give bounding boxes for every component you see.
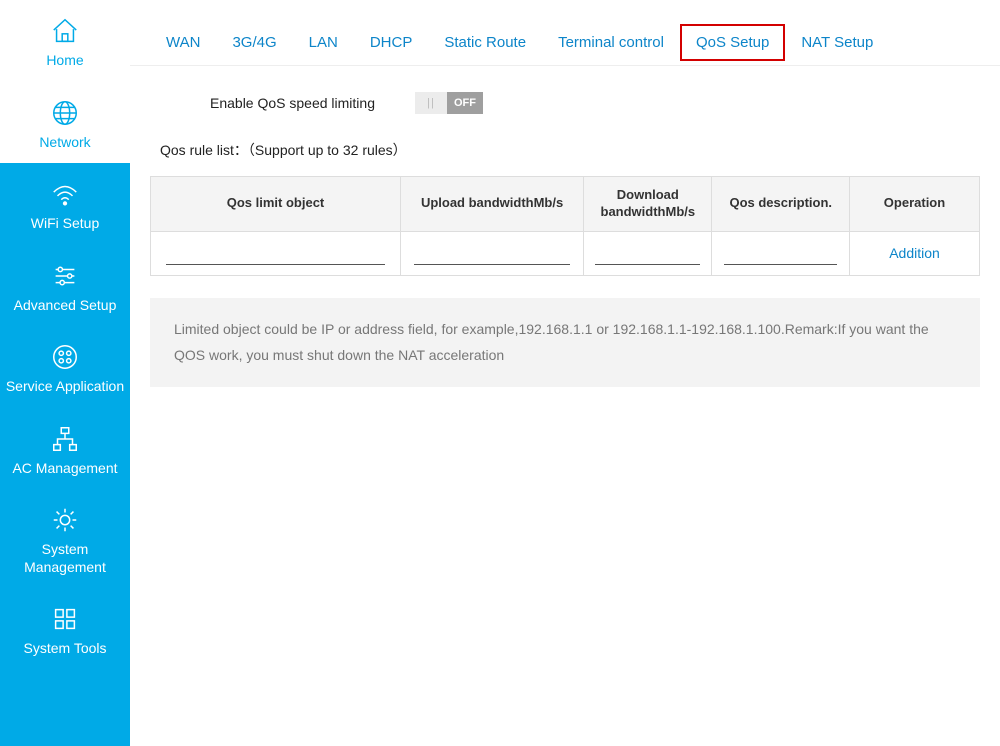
gear-icon xyxy=(48,503,82,537)
sidebar-item-label: Home xyxy=(42,52,87,70)
tab-static[interactable]: Static Route xyxy=(428,30,542,55)
qos-object-input[interactable] xyxy=(166,245,385,265)
add-rule-link[interactable]: Addition xyxy=(889,245,940,261)
globe-icon xyxy=(48,96,82,130)
toggle-knob: || xyxy=(415,92,447,114)
main-content: WAN 3G/4G LAN DHCP Static Route Terminal… xyxy=(130,0,1000,746)
th-operation: Operation xyxy=(850,177,980,232)
sliders-icon xyxy=(48,259,82,293)
tab-wan[interactable]: WAN xyxy=(150,30,216,55)
wifi-icon xyxy=(48,177,82,211)
th-download: Download bandwidthMb/s xyxy=(584,177,712,232)
qos-upload-input[interactable] xyxy=(414,245,570,265)
enable-qos-row: Enable QoS speed limiting || OFF xyxy=(210,92,980,114)
tab-lan[interactable]: LAN xyxy=(293,30,354,55)
qos-desc-input[interactable] xyxy=(724,245,837,265)
apps-icon xyxy=(48,340,82,374)
home-icon xyxy=(48,14,82,48)
th-desc: Qos description. xyxy=(712,177,850,232)
tab-nat[interactable]: NAT Setup xyxy=(785,30,889,55)
tab-dhcp[interactable]: DHCP xyxy=(354,30,429,55)
qos-list-heading: Qos rule list：（Support up to 32 rules） xyxy=(160,140,980,160)
sidebar-item-label: System Tools xyxy=(20,640,111,658)
tab-qos[interactable]: QoS Setup xyxy=(680,24,785,61)
sidebar-item-label: WiFi Setup xyxy=(27,215,103,233)
sidebar: Home Network WiFi Setup Advanced Setup S… xyxy=(0,0,130,746)
sidebar-item-label: System Management xyxy=(0,541,130,576)
grid-icon xyxy=(48,602,82,636)
enable-qos-toggle[interactable]: || OFF xyxy=(415,92,483,114)
qos-note: Limited object could be IP or address fi… xyxy=(150,298,980,387)
sidebar-item-label: Advanced Setup xyxy=(10,297,121,315)
tab-terminal[interactable]: Terminal control xyxy=(542,30,680,55)
sidebar-item-label: AC Management xyxy=(8,460,121,478)
sidebar-item-home[interactable]: Home xyxy=(0,0,130,82)
tab-bar: WAN 3G/4G LAN DHCP Static Route Terminal… xyxy=(130,0,1000,66)
qos-table: Qos limit object Upload bandwidthMb/s Do… xyxy=(150,176,980,276)
qos-download-input[interactable] xyxy=(595,245,700,265)
th-upload: Upload bandwidthMb/s xyxy=(401,177,584,232)
sidebar-item-sysmgmt[interactable]: System Management xyxy=(0,489,130,588)
sidebar-item-network[interactable]: Network xyxy=(0,82,130,164)
sidebar-item-acmgmt[interactable]: AC Management xyxy=(0,408,130,490)
enable-qos-label: Enable QoS speed limiting xyxy=(210,95,375,111)
tab-3g4g[interactable]: 3G/4G xyxy=(216,30,292,55)
th-object: Qos limit object xyxy=(151,177,401,232)
network-tree-icon xyxy=(48,422,82,456)
sidebar-item-advanced[interactable]: Advanced Setup xyxy=(0,245,130,327)
sidebar-item-service[interactable]: Service Application xyxy=(0,326,130,408)
sidebar-item-label: Service Application xyxy=(2,378,128,396)
sidebar-item-wifi[interactable]: WiFi Setup xyxy=(0,163,130,245)
toggle-state: OFF xyxy=(447,92,483,114)
sidebar-item-label: Network xyxy=(35,134,94,152)
sidebar-item-systools[interactable]: System Tools xyxy=(0,588,130,670)
table-row: Addition xyxy=(151,231,980,275)
